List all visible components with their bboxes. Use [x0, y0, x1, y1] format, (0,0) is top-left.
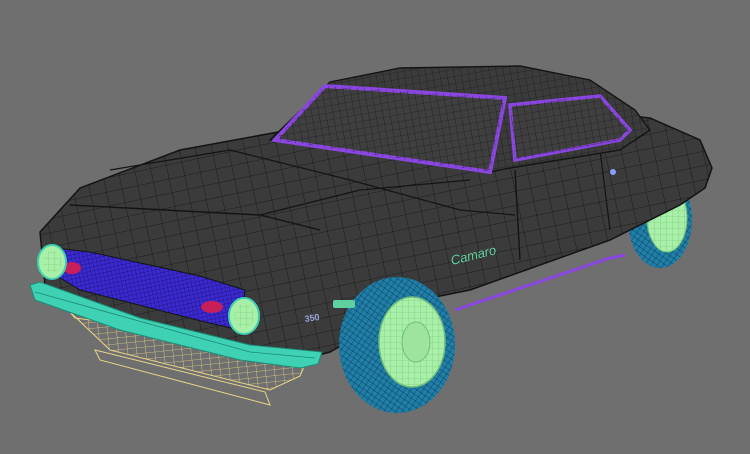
front-wheel[interactable] [339, 277, 455, 413]
right-parking-light [201, 301, 223, 313]
3d-viewport[interactable]: Camaro 350 [0, 0, 750, 454]
left-headlight[interactable] [37, 244, 67, 280]
side-marker-light [333, 300, 355, 308]
car-wireframe-scene[interactable]: Camaro 350 [0, 0, 750, 454]
fuel-cap-marker [610, 169, 616, 175]
right-headlight[interactable] [228, 297, 260, 335]
engine-badge: 350 [304, 312, 320, 324]
